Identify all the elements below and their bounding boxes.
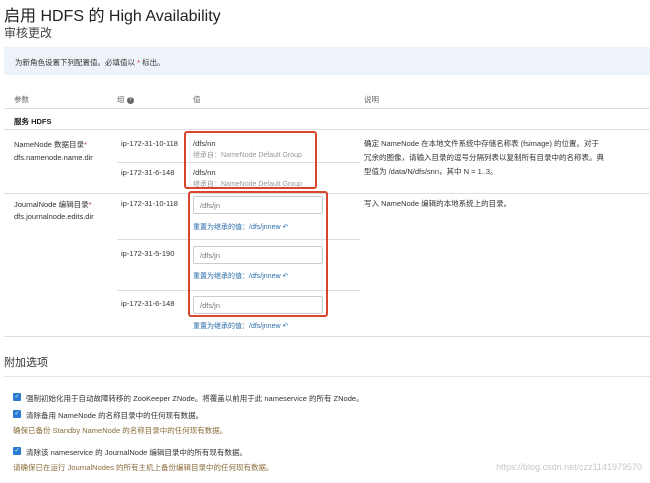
journalnode-param-label: JournalNode 编辑目录*: [14, 199, 92, 210]
step-title: 审核更改: [4, 26, 53, 40]
namenode-param-key: dfs.namenode.name.dir: [14, 153, 93, 162]
option-warning-2: 确保已备份 Standby NameNode 的名称目录中的任何现有数据。: [13, 426, 228, 435]
page-title: 启用 HDFS 的 High Availability: [4, 8, 221, 25]
section-divider: [4, 129, 650, 130]
journalnode-host-1: ip-172-31-10-118: [121, 199, 178, 208]
reset-inherit-link-3[interactable]: 重置为继承的值：/dfs/jnnew ↶: [193, 321, 288, 331]
journalnode-param-key: dfs.journalnode.edits.dir: [14, 212, 94, 221]
journalnode-host-2: ip-172-31-5-190: [121, 249, 175, 258]
header-group-label: 组: [117, 95, 125, 104]
header-divider: [4, 108, 650, 109]
section-hdfs: 服务 HDFS: [14, 117, 52, 126]
option-label-1: 强制初始化用于自动故障转移的 ZooKeeper ZNode。将覆盖以前用于此 …: [26, 394, 364, 403]
header-value: 值: [193, 95, 201, 104]
required-mark: *: [137, 58, 141, 67]
reset-link-text: 重置为继承的值：/dfs/jnnew: [193, 323, 281, 330]
namenode-host-1: ip-172-31-10-118: [121, 139, 178, 148]
info-text-suffix: 标出。: [142, 58, 165, 67]
header-group: 组 ?: [117, 94, 134, 105]
watermark: https://blog.csdn.net/czz1141979570: [496, 462, 642, 472]
extra-options-title: 附加选项: [4, 357, 48, 369]
option-label-2: 清除备用 NameNode 的名称目录中的任何现有数据。: [26, 411, 204, 420]
option-warning-3: 请确保已在运行 JournalNodes 的所有主机上备份编辑目录中的任何现有数…: [13, 463, 274, 472]
journalnode-host-3: ip-172-31-6-148: [121, 299, 175, 308]
undo-icon: ↶: [282, 323, 289, 330]
namenode-description: 确定 NameNode 在本地文件系统中存储名称表 (fsimage) 的位置。…: [364, 139, 604, 176]
journalnode-highlight-box: [188, 191, 328, 317]
namenode-host-2: ip-172-31-6-148: [121, 168, 175, 177]
namenode-label-text: NameNode 数据目录: [14, 140, 85, 149]
table-bottom-divider: [4, 336, 650, 337]
required-mark: *: [84, 140, 87, 149]
journalnode-description: 写入 NameNode 编辑的本地系统上的目录。: [364, 199, 512, 208]
namenode-highlight-box: [184, 131, 317, 189]
option-label-3: 清除该 nameservice 的 JournalNode 编辑目录中的所有现有…: [26, 448, 247, 457]
required-mark: *: [88, 200, 92, 209]
info-text-main: 为新角色设置下列配置值。必填值以: [15, 58, 135, 67]
header-desc: 说明: [364, 95, 379, 104]
namenode-param-label: NameNode 数据目录*: [14, 139, 87, 150]
extra-divider: [4, 376, 650, 377]
header-param: 参数: [14, 95, 29, 104]
option-checkbox-2[interactable]: ✓: [13, 410, 21, 418]
option-checkbox-3[interactable]: ✓: [13, 447, 21, 455]
journalnode-label-text: JournalNode 编辑目录: [14, 200, 89, 209]
info-text: 为新角色设置下列配置值。必填值以 * 标出。: [15, 57, 165, 68]
option-checkbox-1[interactable]: ✓: [13, 393, 21, 401]
help-icon[interactable]: ?: [126, 96, 134, 104]
